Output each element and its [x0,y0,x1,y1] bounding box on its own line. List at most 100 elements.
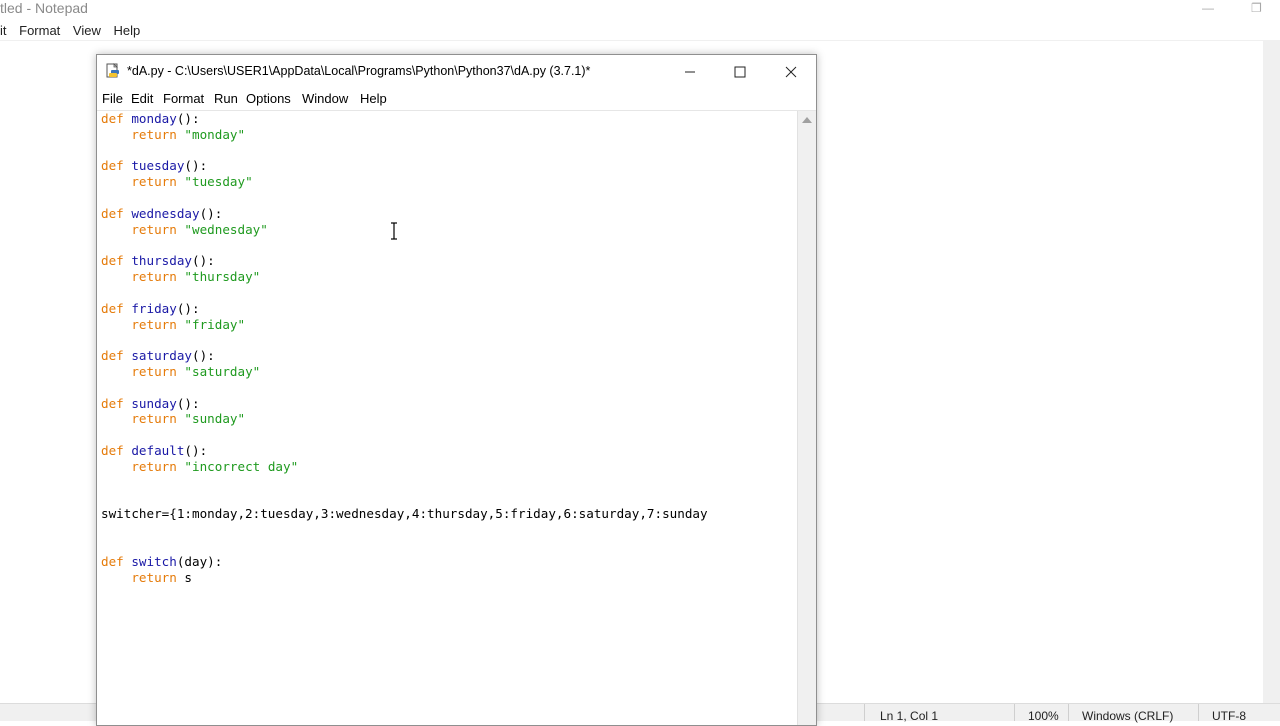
code-line[interactable]: def friday(): [101,301,708,317]
notepad-menu-bar: it Format View Help [0,20,1280,42]
code-line[interactable]: def thursday(): [101,253,708,269]
minimize-icon[interactable]: — [1202,0,1214,16]
code-line[interactable]: return "sunday" [101,411,708,427]
code-function-name: switch [131,553,177,569]
maximize-button[interactable] [717,55,763,88]
code-line[interactable]: return "tuesday" [101,174,708,190]
code-keyword: def [101,158,132,174]
code-line[interactable] [101,380,708,396]
code-line[interactable]: return s [101,570,708,586]
code-function-name: tuesday [131,158,185,174]
code-function-name: wednesday [131,205,200,221]
code-line[interactable]: return "saturday" [101,364,708,380]
code-line[interactable]: def tuesday(): [101,158,708,174]
code-function-name: default [131,443,185,459]
code-line[interactable]: return "incorrect day" [101,459,708,475]
menu-window[interactable]: Window [302,88,348,110]
code-token: s [184,569,193,585]
code-keyword: def [101,553,132,569]
notepad-title: tled - Notepad [0,0,88,16]
code-editor[interactable]: def monday(): return "monday" def tuesday… [97,111,797,725]
code-keyword: def [101,111,132,126]
code-line[interactable] [101,522,708,538]
code-function-name: monday [131,111,177,126]
code-string: "sunday" [184,411,246,427]
menu-run[interactable]: Run [214,88,238,110]
status-line-ending: Windows (CRLF) [1082,709,1174,723]
code-line[interactable] [101,190,708,206]
code-token: (): [192,253,215,269]
code-line[interactable]: def sunday(): [101,396,708,412]
code-token: (): [176,111,200,126]
code-string: "wednesday" [184,221,268,237]
code-line[interactable]: return "monday" [101,127,708,143]
code-line[interactable] [101,538,708,554]
code-keyword: def [101,395,132,411]
minimize-icon [685,71,695,72]
code-line[interactable] [101,475,708,491]
code-line[interactable] [101,427,708,443]
notepad-divider [0,40,1280,41]
code-line[interactable] [101,332,708,348]
code-function-name: friday [131,300,177,316]
code-function-name: thursday [131,253,193,269]
code-line[interactable] [101,491,708,507]
idle-title-bar[interactable]: *dA.py - C:\Users\USER1\AppData\Local\Pr… [97,55,816,88]
code-function-name: sunday [131,395,177,411]
notepad-vertical-scrollbar[interactable] [1263,41,1280,703]
code-token: (): [192,348,215,364]
menu-options[interactable]: Options [246,88,291,110]
code-line[interactable]: def switch(day): [101,554,708,570]
code-string: "incorrect day" [184,458,299,474]
menu-file[interactable]: File [102,88,123,110]
code-text[interactable]: def monday(): return "monday" def tuesday… [101,111,708,585]
code-keyword: return [131,174,185,190]
menu-format[interactable]: Format [163,88,204,110]
code-keyword: return [131,411,185,427]
status-divider [1068,704,1069,721]
code-line[interactable] [101,285,708,301]
python-file-icon [106,63,119,78]
notepad-menu-format[interactable]: Format [19,23,60,38]
code-line[interactable]: switcher={1:monday,2:tuesday,3:wednesday… [101,506,708,522]
code-string: "monday" [184,126,246,142]
editor-vertical-scrollbar[interactable] [797,111,816,725]
code-token: (): [199,205,223,221]
code-line[interactable]: def wednesday(): [101,206,708,222]
idle-menu-bar: File Edit Format Run Options Window Help [97,88,816,111]
code-string: "thursday" [184,269,261,285]
code-line[interactable] [101,143,708,159]
code-line[interactable]: def saturday(): [101,348,708,364]
menu-help[interactable]: Help [360,88,387,110]
code-string: "saturday" [184,364,261,379]
maximize-icon [734,66,746,77]
code-token: (): [176,300,200,316]
code-keyword: return [131,221,185,237]
code-string: "friday" [184,316,246,332]
notepad-menu-view[interactable]: View [73,23,101,38]
code-function-name: saturday [131,348,193,364]
close-button[interactable] [768,55,814,88]
notepad-menu-edit[interactable]: it [0,23,7,38]
menu-edit[interactable]: Edit [131,88,153,110]
code-line[interactable]: return "thursday" [101,269,708,285]
notepad-menu-help[interactable]: Help [114,23,141,38]
code-token: (): [184,443,208,459]
scroll-up-icon[interactable] [802,117,812,123]
code-line[interactable]: def monday(): [101,111,708,127]
code-line[interactable]: return "wednesday" [101,222,708,238]
status-divider [1014,704,1015,721]
minimize-button[interactable] [667,55,713,88]
code-keyword: return [131,569,185,585]
status-zoom: 100% [1028,709,1059,723]
restore-icon[interactable]: ❐ [1251,0,1262,16]
code-line[interactable] [101,238,708,254]
code-line[interactable]: return "friday" [101,317,708,333]
code-line[interactable]: def default(): [101,443,708,459]
window-title: *dA.py - C:\Users\USER1\AppData\Local\Pr… [127,64,591,78]
